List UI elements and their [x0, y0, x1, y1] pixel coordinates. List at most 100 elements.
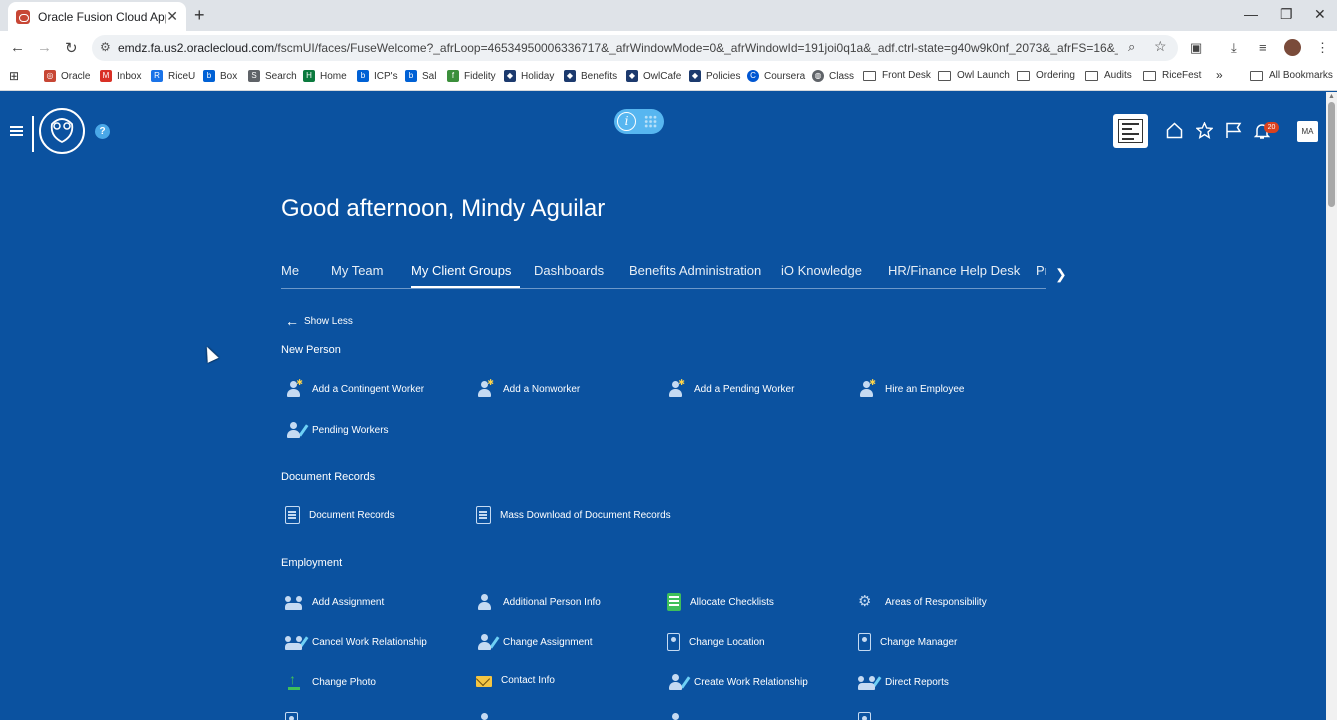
show-less-link[interactable]: ← Show Less: [285, 313, 353, 329]
news-icon[interactable]: [1113, 114, 1148, 148]
url-text: emdz.fa.us2.oraclecloud.com/fscmUI/faces…: [118, 41, 1118, 55]
person-icon: [476, 593, 494, 611]
bookmark-sal[interactable]: b Sal: [405, 70, 436, 82]
bookmark-star-icon[interactable]: ☆: [1154, 38, 1167, 55]
bookmark-label: Sal: [422, 70, 437, 82]
quick-action-label: Add a Pending Worker: [694, 383, 795, 395]
checklist-icon: [667, 593, 681, 611]
quick-action-partial[interactable]: [476, 712, 503, 720]
profile-avatar[interactable]: [1284, 39, 1301, 56]
quick-action-change-assignment[interactable]: Change Assignment: [476, 633, 593, 651]
bookmark-inbox[interactable]: M Inbox: [100, 70, 141, 82]
quick-action-pending-workers[interactable]: Pending Workers: [285, 421, 389, 439]
quick-action-change-manager[interactable]: Change Manager: [858, 633, 957, 651]
scroll-up-icon[interactable]: ▲: [1328, 93, 1335, 100]
info-icon[interactable]: i: [617, 112, 636, 131]
quick-action-add-nonworker[interactable]: ✱ Add a Nonworker: [476, 378, 580, 398]
tab-my-client-groups[interactable]: My Client Groups: [411, 263, 511, 278]
quick-action-hire-employee[interactable]: ✱ Hire an Employee: [858, 378, 964, 398]
tab-dashboards[interactable]: Dashboards: [534, 263, 604, 278]
forward-icon[interactable]: →: [37, 39, 52, 56]
bookmark-owlcafe[interactable]: ◆ OwlCafe: [626, 70, 681, 82]
coursera-icon: C: [747, 70, 759, 82]
bookmark-icps[interactable]: b ICP's: [357, 70, 398, 82]
browser-tab[interactable]: Oracle Fusion Cloud Applications ✕: [8, 2, 186, 31]
minimize-icon[interactable]: —: [1244, 6, 1258, 22]
help-icon[interactable]: ?: [95, 124, 110, 139]
menu-icon[interactable]: ⋮: [1316, 40, 1329, 56]
more-bookmarks-button[interactable]: »: [1216, 68, 1223, 82]
quick-action-partial[interactable]: [285, 712, 307, 720]
media-icon[interactable]: ≡: [1259, 40, 1267, 55]
quick-action-document-records[interactable]: Document Records: [285, 506, 395, 524]
page-scrollbar[interactable]: ▲: [1326, 92, 1337, 720]
tab-benefits-administration[interactable]: Benefits Administration: [629, 263, 761, 278]
bookmark-coursera[interactable]: C Coursera: [747, 70, 805, 82]
view-toggle[interactable]: i: [614, 109, 664, 134]
bookmark-oracle[interactable]: ◎ Oracle: [44, 70, 90, 82]
window-close-icon[interactable]: ✕: [1314, 6, 1326, 23]
bookmark-class[interactable]: ◍ Class: [812, 70, 854, 82]
bookmark-holiday[interactable]: ◆ Holiday: [504, 70, 554, 82]
quick-action-contact-info[interactable]: Contact Info: [476, 673, 555, 687]
quick-action-add-contingent-worker[interactable]: ✱ Add a Contingent Worker: [285, 378, 424, 398]
section-title-employment: Employment: [281, 557, 343, 569]
all-bookmarks[interactable]: All Bookmarks: [1250, 70, 1333, 81]
bookmark-label: RiceFest: [1162, 70, 1202, 81]
tab-io-knowledge[interactable]: iO Knowledge: [781, 263, 862, 278]
apps-grid-icon[interactable]: ⊞: [9, 69, 19, 83]
bookmark-home[interactable]: H Home: [303, 70, 347, 82]
bookmark-search[interactable]: S Search: [248, 70, 297, 82]
bookmark-box[interactable]: b Box: [203, 70, 237, 82]
tab-hr-finance-help-desk[interactable]: HR/Finance Help Desk: [888, 263, 1020, 278]
restore-icon[interactable]: ❐: [1280, 6, 1293, 23]
gears-icon: ⚙: [858, 593, 872, 610]
oracle-icon: ◎: [44, 70, 56, 82]
bookmark-front-desk[interactable]: Front Desk: [863, 70, 931, 81]
quick-action-areas-of-responsibility[interactable]: ⚙ Areas of Responsibility: [858, 593, 987, 611]
quick-action-change-location[interactable]: Change Location: [667, 633, 765, 651]
user-avatar[interactable]: MA: [1297, 121, 1318, 142]
quick-action-partial[interactable]: [858, 712, 880, 720]
bookmark-owl-launch[interactable]: Owl Launch: [938, 70, 1010, 81]
bookmark-policies[interactable]: ◆ Policies: [689, 70, 740, 82]
address-bar[interactable]: ⚙ emdz.fa.us2.oraclecloud.com/fscmUI/fac…: [92, 35, 1178, 61]
scroll-thumb[interactable]: [1328, 102, 1335, 207]
chevron-right-icon[interactable]: ❯: [1055, 266, 1067, 283]
owl-icon: ◆: [626, 70, 638, 82]
quick-action-add-assignment[interactable]: Add Assignment: [285, 593, 384, 611]
watchlist-flag-icon[interactable]: [1225, 122, 1242, 139]
tab-close-icon[interactable]: ✕: [166, 8, 178, 25]
bookmark-label: Policies: [706, 70, 741, 82]
reload-icon[interactable]: ↻: [65, 39, 78, 57]
tab-me[interactable]: Me: [281, 263, 299, 278]
tab-my-team[interactable]: My Team: [331, 263, 384, 278]
quick-action-additional-person-info[interactable]: Additional Person Info: [476, 593, 601, 611]
downloads-icon[interactable]: ⤓: [1231, 40, 1237, 56]
favorites-star-icon[interactable]: [1196, 122, 1213, 139]
bookmark-audits[interactable]: Audits: [1085, 70, 1132, 81]
back-icon[interactable]: ←: [10, 39, 25, 56]
zoom-icon[interactable]: ⌕: [1128, 39, 1135, 55]
quick-action-cancel-work-relationship[interactable]: Cancel Work Relationship: [285, 633, 427, 651]
grid-icon[interactable]: [644, 115, 657, 128]
quick-action-partial[interactable]: [667, 712, 694, 720]
navigator-menu-icon[interactable]: [10, 126, 23, 136]
quick-action-direct-reports[interactable]: Direct Reports: [858, 673, 949, 691]
bookmark-ordering[interactable]: Ordering: [1017, 70, 1075, 81]
tab-search-icon[interactable]: ▣: [1190, 40, 1202, 56]
bookmark-riceu[interactable]: R RiceU: [151, 70, 195, 82]
rice-owl-logo-icon[interactable]: [30, 106, 86, 156]
quick-action-mass-download-documents[interactable]: Mass Download of Document Records: [476, 506, 671, 524]
bookmark-ricefest[interactable]: RiceFest: [1143, 70, 1201, 81]
quick-action-allocate-checklists[interactable]: Allocate Checklists: [667, 593, 774, 611]
bookmark-fidelity[interactable]: f Fidelity: [447, 70, 496, 82]
quick-action-change-photo[interactable]: Change Photo: [285, 671, 376, 691]
quick-action-add-pending-worker[interactable]: ✱ Add a Pending Worker: [667, 378, 795, 398]
home-icon[interactable]: [1166, 122, 1183, 139]
site-info-icon[interactable]: ⚙: [100, 40, 111, 54]
new-tab-icon[interactable]: +: [194, 5, 205, 26]
tab-truncated[interactable]: Pr: [1036, 263, 1046, 278]
bookmark-benefits[interactable]: ◆ Benefits: [564, 70, 617, 82]
quick-action-create-work-relationship[interactable]: Create Work Relationship: [667, 673, 808, 691]
